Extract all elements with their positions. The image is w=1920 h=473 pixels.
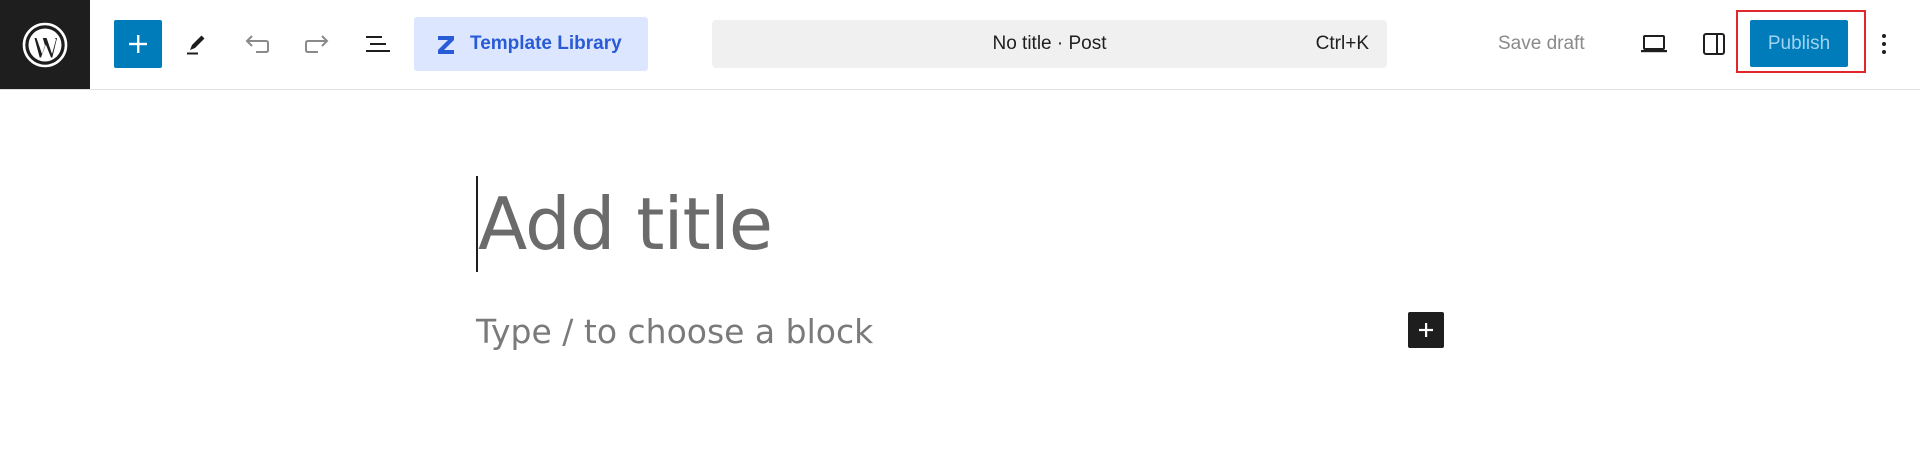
more-vertical-icon <box>1882 34 1886 54</box>
redo-icon <box>305 35 329 53</box>
wordpress-logo-button[interactable] <box>0 0 90 89</box>
document-title: No title · Post <box>992 33 1107 54</box>
template-library-logo-icon <box>438 36 454 54</box>
options-button[interactable] <box>1872 20 1896 68</box>
pencil-icon <box>187 35 205 55</box>
plus-icon <box>1419 323 1433 337</box>
tools-button[interactable] <box>172 20 220 68</box>
template-library-button[interactable]: Template Library <box>414 17 648 71</box>
wordpress-logo-icon <box>22 22 68 67</box>
post-title-field[interactable]: Add title <box>476 175 773 273</box>
redo-button[interactable] <box>293 20 341 68</box>
add-block-button[interactable] <box>1408 312 1444 348</box>
settings-sidebar-toggle[interactable] <box>1690 20 1738 68</box>
plus-icon <box>129 35 147 53</box>
editor-header: Template Library No title · Post Ctrl+K … <box>0 0 1920 90</box>
document-overview-button[interactable] <box>354 20 402 68</box>
undo-icon <box>245 35 269 53</box>
template-library-label: Template Library <box>470 33 622 54</box>
command-shortcut: Ctrl+K <box>1315 33 1369 54</box>
block-appender-placeholder[interactable]: Type / to choose a block <box>476 312 873 351</box>
block-inserter-button[interactable] <box>114 20 162 68</box>
command-palette-bar[interactable]: No title · Post Ctrl+K <box>712 20 1387 68</box>
laptop-icon <box>1641 35 1667 53</box>
title-placeholder: Add title <box>478 182 773 266</box>
publish-button[interactable]: Publish <box>1750 20 1848 67</box>
undo-button[interactable] <box>233 20 281 68</box>
list-view-icon <box>366 36 390 52</box>
sidebar-toggle-icon <box>1703 33 1725 55</box>
preview-button[interactable] <box>1630 20 1678 68</box>
save-draft-button[interactable]: Save draft <box>1498 20 1585 68</box>
